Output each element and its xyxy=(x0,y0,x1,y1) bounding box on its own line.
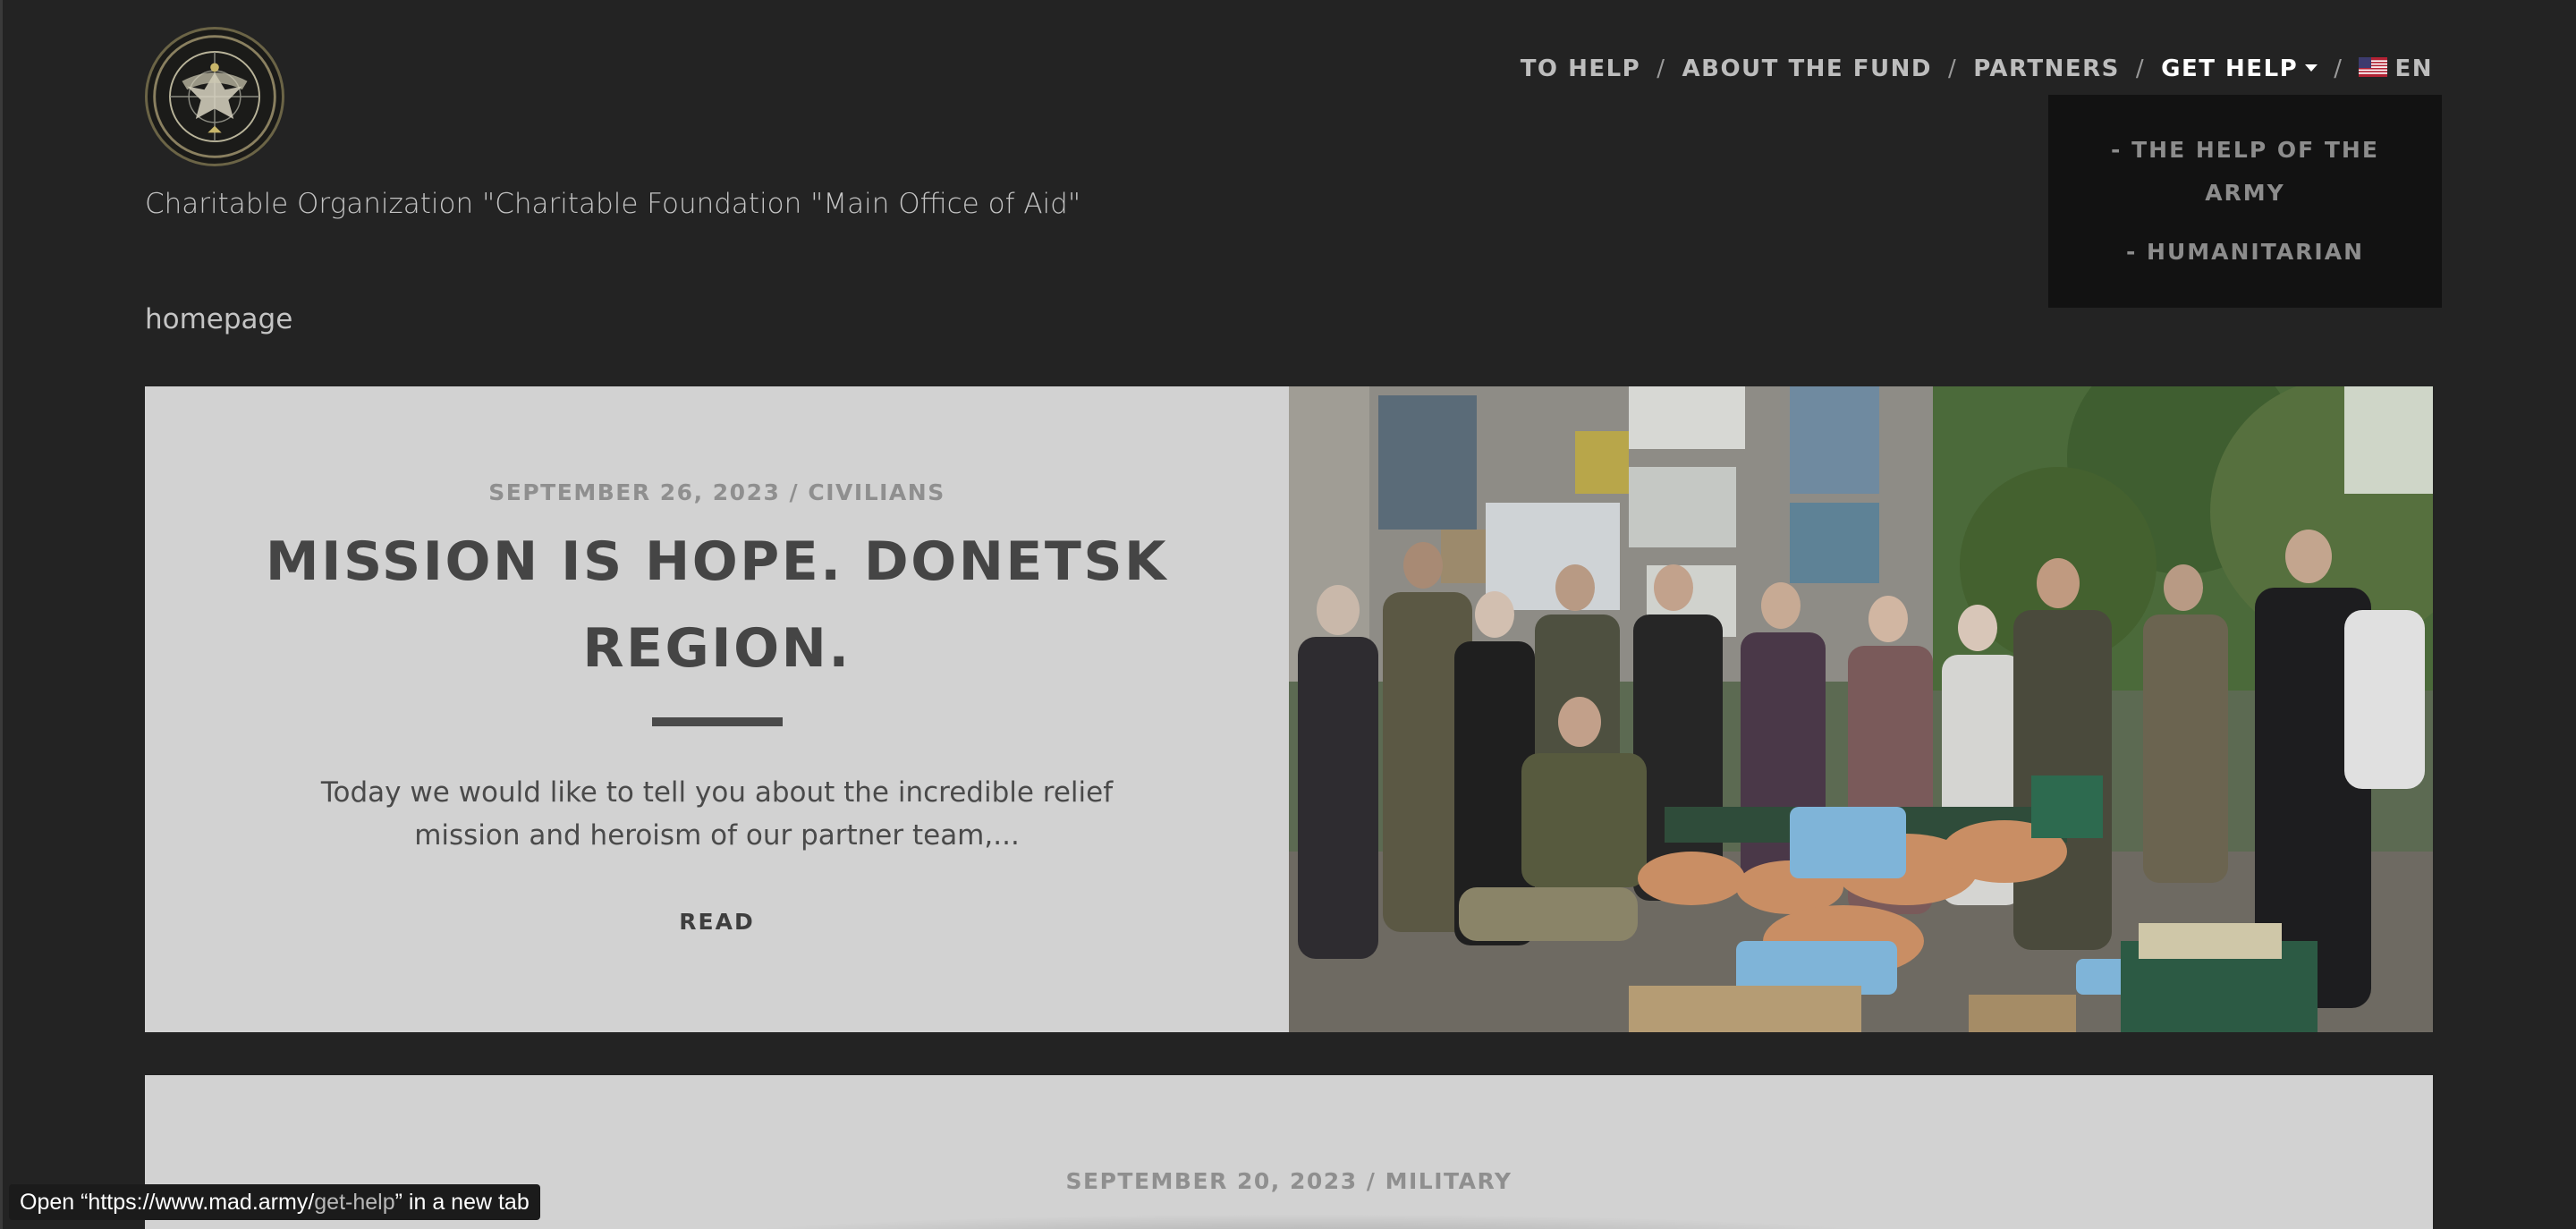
get-help-dropdown: - THE HELP OF THE ARMY - HUMANITARIAN xyxy=(2048,95,2442,308)
nav-separator: / xyxy=(2135,55,2146,82)
group-photo-image xyxy=(1289,386,2433,1032)
logo-emblem-icon xyxy=(153,35,276,158)
status-url-suffix: ” in a new tab xyxy=(394,1190,530,1215)
post-meta[interactable]: SEPTEMBER 26, 2023 / CIVILIANS xyxy=(145,479,1289,505)
language-label: EN xyxy=(2394,55,2433,82)
dropdown-item-help-of-the-army[interactable]: - THE HELP OF THE ARMY xyxy=(2048,129,2442,215)
caret-down-icon xyxy=(2305,64,2318,72)
nav-item-get-help-label: GET HELP xyxy=(2161,55,2299,82)
read-more-link[interactable]: READ xyxy=(145,909,1289,935)
title-divider xyxy=(652,717,783,726)
post-featured-image[interactable] xyxy=(1289,386,2433,1032)
language-switcher[interactable]: EN xyxy=(2359,55,2433,82)
page: Charitable Organization "Charitable Foun… xyxy=(0,0,2576,1229)
breadcrumb[interactable]: homepage xyxy=(145,303,292,335)
nav-separator: / xyxy=(1657,55,1666,82)
nav-separator: / xyxy=(1947,55,1958,82)
status-url-prefix: Open “https://www.mad.army/ xyxy=(20,1190,315,1215)
nav-item-partners[interactable]: PARTNERS xyxy=(1973,55,2120,82)
dropdown-item-humanitarian[interactable]: - HUMANITARIAN xyxy=(2048,231,2442,274)
nav-item-to-help[interactable]: TO HELP xyxy=(1521,55,1641,82)
post-excerpt: Today we would like to tell you about th… xyxy=(320,776,1114,852)
window-edge xyxy=(0,0,3,1229)
us-flag-icon xyxy=(2359,56,2388,77)
main-nav: TO HELP / ABOUT THE FUND / PARTNERS / GE… xyxy=(1521,55,2433,82)
post-card-text: SEPTEMBER 26, 2023 / CIVILIANS MISSION I… xyxy=(145,386,1289,1032)
nav-separator: / xyxy=(2334,55,2343,82)
status-url-path: get-help xyxy=(314,1190,395,1215)
site-logo[interactable] xyxy=(145,27,284,166)
post-card: SEPTEMBER 26, 2023 / CIVILIANS MISSION I… xyxy=(145,386,2433,1032)
title-shadow xyxy=(682,1214,1934,1229)
link-status-tooltip: Open “https://www.mad.army/get-help” in … xyxy=(9,1184,540,1220)
nav-item-get-help[interactable]: GET HELP xyxy=(2161,55,2318,82)
post-title[interactable]: MISSION IS HOPE. DONETSK REGION. xyxy=(252,519,1182,692)
site-description: Charitable Organization "Charitable Foun… xyxy=(145,188,1081,220)
nav-item-about-the-fund[interactable]: ABOUT THE FUND xyxy=(1682,55,1932,82)
